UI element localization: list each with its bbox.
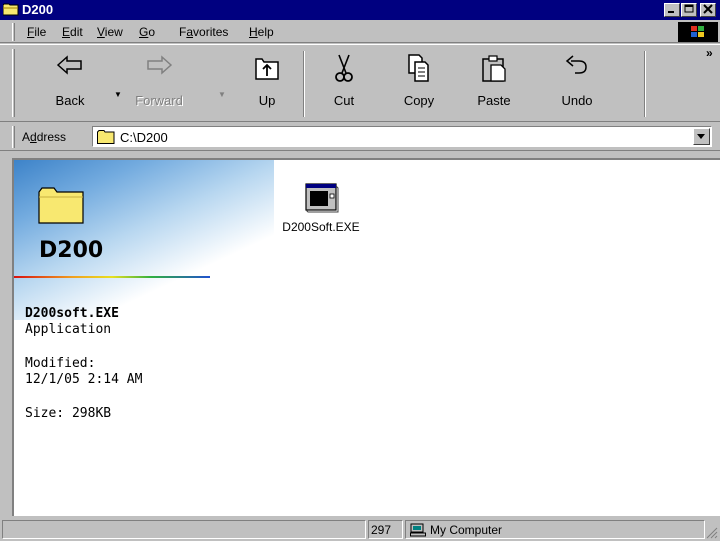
address-input[interactable]: C:\D200 [92, 126, 712, 147]
undo-arrow-icon [565, 55, 587, 74]
windows-flag-icon [691, 26, 704, 37]
toolbar-grip[interactable] [12, 49, 15, 117]
up-label: Up [258, 93, 276, 108]
up-button[interactable]: Up [237, 49, 297, 119]
paste-label: Paste [477, 93, 511, 108]
maximize-button[interactable] [681, 3, 697, 17]
panel-size: Size: 298KB [25, 406, 112, 421]
status-panel-size: 297 [368, 520, 403, 539]
cut-button[interactable]: Cut [314, 49, 374, 119]
scissors-icon [335, 54, 353, 82]
paste-button[interactable]: Paste [464, 49, 524, 119]
panel-file-type: Application [25, 322, 112, 337]
toolbar-chevron[interactable]: » [706, 46, 713, 60]
status-panel-text [2, 520, 366, 539]
menu-edit[interactable]: Edit [62, 25, 83, 39]
file-name: D200Soft.EXE [282, 220, 360, 234]
menu-favorites[interactable]: Favorites [179, 25, 228, 39]
status-size: 297 [371, 523, 392, 537]
status-panel-zone: My Computer [405, 520, 705, 539]
menu-view[interactable]: View [97, 25, 123, 39]
close-button[interactable] [700, 3, 716, 17]
resize-grip-icon[interactable] [705, 526, 718, 539]
address-grip[interactable] [12, 126, 15, 148]
menu-file[interactable]: File [27, 25, 46, 39]
maximize-icon [684, 4, 694, 13]
forward-button[interactable]: Forward [129, 49, 189, 119]
minimize-button[interactable] [664, 3, 680, 17]
panel-modified-label: Modified: [25, 356, 96, 371]
address-bar: Address C:\D200 [0, 123, 720, 151]
close-icon [703, 4, 713, 14]
menu-help[interactable]: Help [249, 25, 274, 39]
forward-label: Forward [135, 93, 183, 108]
application-window-icon [305, 183, 339, 213]
status-bar: 297 My Computer [0, 518, 720, 541]
toolbar-separator [303, 51, 305, 117]
status-zone: My Computer [430, 523, 503, 537]
clipboard-icon [482, 55, 506, 82]
undo-button[interactable]: Undo [547, 49, 607, 119]
folder-icon [38, 187, 84, 224]
back-dropdown-icon[interactable]: ▼ [114, 90, 122, 99]
explorer-window: D200 File Edit View Go Favorites Help Ba… [0, 0, 720, 541]
windows-logo [678, 22, 718, 42]
window-title: D200 [22, 2, 54, 17]
title-bar[interactable]: D200 [0, 0, 720, 20]
cut-label: Cut [333, 93, 355, 108]
menu-bar: File Edit View Go Favorites Help [0, 21, 720, 43]
address-label: Address [22, 130, 67, 144]
back-arrow-icon [56, 55, 82, 75]
up-folder-icon [255, 58, 279, 80]
folder-icon [3, 3, 19, 16]
copy-pages-icon [408, 54, 429, 82]
back-label: Back [55, 93, 85, 108]
address-dropdown-button[interactable] [693, 128, 710, 145]
forward-dropdown-icon[interactable]: ▼ [218, 90, 226, 99]
standard-toolbar: Back ▼ Forward ▼ Up Cut Copy Paste Undo … [0, 44, 720, 122]
chevron-down-icon [697, 134, 705, 139]
folder-view[interactable]: D200 D200soft.EXE Application Modified: … [12, 158, 720, 516]
file-item[interactable]: D200Soft.EXE [266, 180, 376, 234]
menu-go[interactable]: Go [139, 25, 155, 39]
panel-folder-title: D200 [39, 238, 104, 263]
rainbow-divider [14, 276, 210, 278]
panel-modified-value: 12/1/05 2:14 AM [25, 372, 143, 387]
web-view-panel: D200 D200soft.EXE Application Modified: … [14, 160, 274, 516]
toolbar-separator [644, 51, 646, 117]
copy-label: Copy [403, 93, 435, 108]
computer-icon [410, 523, 426, 537]
minimize-icon [668, 11, 674, 13]
folder-icon [97, 130, 115, 144]
back-button[interactable]: Back [40, 49, 100, 119]
address-path: C:\D200 [120, 130, 168, 145]
forward-arrow-icon [147, 55, 173, 75]
panel-file-name: D200soft.EXE [25, 306, 119, 321]
copy-button[interactable]: Copy [389, 49, 449, 119]
undo-label: Undo [561, 93, 593, 108]
menu-grip[interactable] [12, 23, 15, 41]
